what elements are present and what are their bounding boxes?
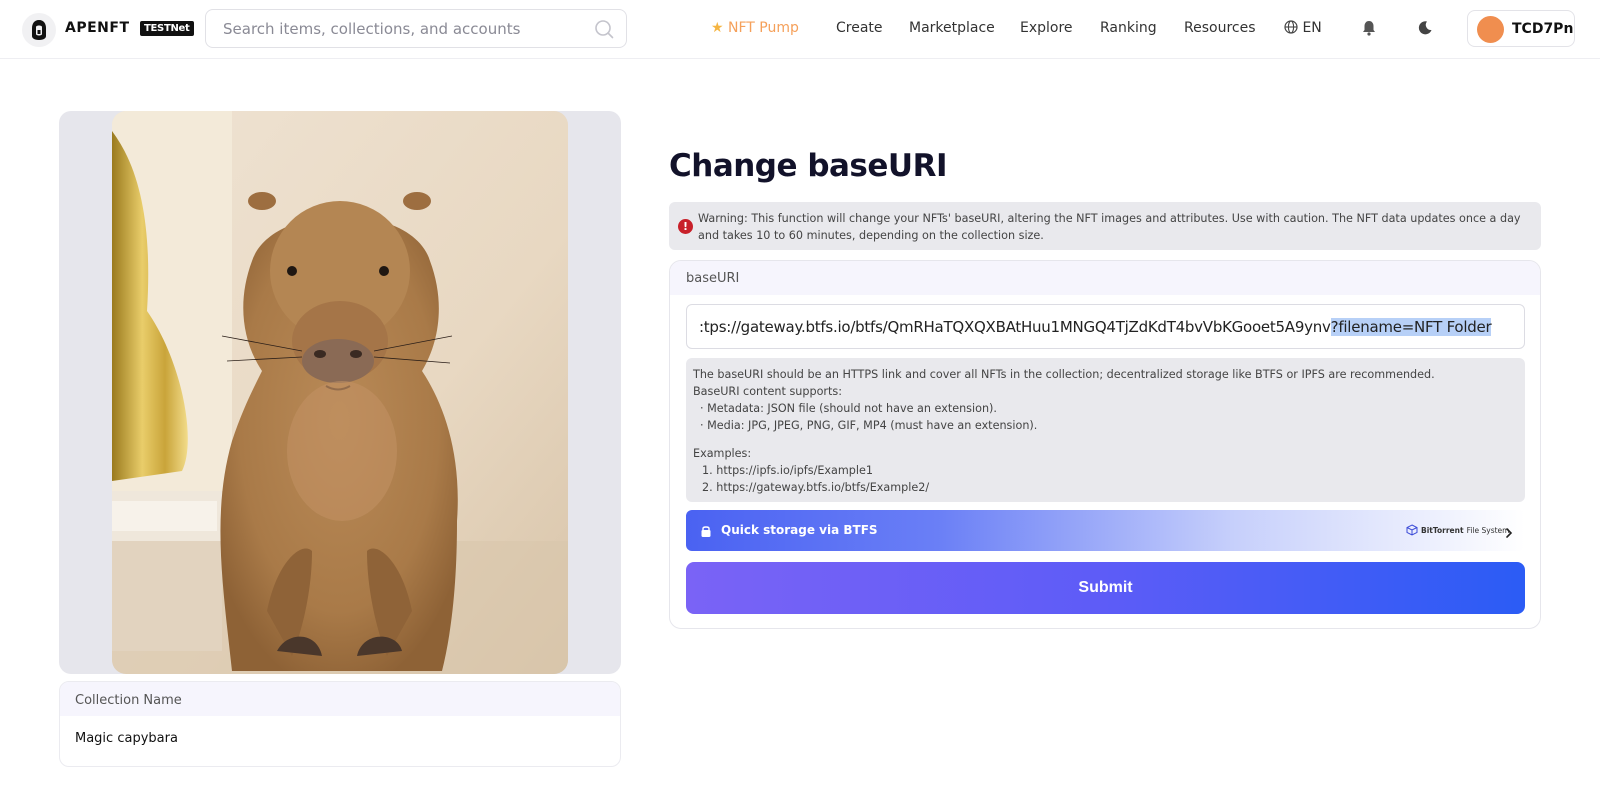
btfs-cube-icon — [1406, 524, 1418, 536]
collection-name-value: Magic capybara — [75, 731, 178, 746]
warning-icon: ! — [678, 219, 693, 234]
language-selector[interactable]: EN — [1284, 20, 1322, 38]
search-bar[interactable] — [205, 9, 627, 48]
baseuri-visible-text: :tps://gateway.btfs.io/btfs/QmRHaTQXQXBA… — [699, 318, 1331, 336]
example-item: 2. https://gateway.btfs.io/btfs/Example2… — [702, 481, 930, 494]
account-button[interactable]: TCD7Pn — [1467, 10, 1575, 47]
help-line: · Media: JPG, JPEG, PNG, GIF, MP4 (must … — [700, 419, 1038, 432]
help-line: BaseURI content supports: — [693, 385, 842, 398]
star-icon: ★ — [711, 20, 724, 36]
top-header: APENFT TESTNet ★ NFT Pump Create Marketp… — [0, 0, 1600, 59]
moon-icon[interactable] — [1415, 18, 1435, 38]
baseuri-label: baseURI — [670, 261, 1540, 295]
quick-storage-button[interactable]: Quick storage via BTFS BitTorrent File S… — [686, 510, 1525, 551]
warning-banner: ! Warning: This function will change you… — [669, 202, 1541, 250]
avatar — [1477, 16, 1504, 43]
quick-storage-label: Quick storage via BTFS — [721, 523, 878, 537]
warning-text: Warning: This function will change your … — [698, 212, 1521, 242]
page-title: Change baseURI — [669, 148, 947, 184]
nav-nft-pump-label: NFT Pump — [728, 20, 799, 36]
nav-ranking[interactable]: Ranking — [1100, 20, 1157, 36]
collection-name-label: Collection Name — [60, 682, 620, 716]
chevron-right-icon — [1503, 524, 1515, 538]
baseuri-selected-text: ?filename=NFT Folder — [1330, 318, 1492, 336]
capybara-photo — [112, 111, 568, 674]
baseuri-input-value: :tps://gateway.btfs.io/btfs/QmRHaTQXQXBA… — [699, 318, 1492, 336]
account-name: TCD7Pn — [1512, 21, 1574, 37]
btfs-logo: BitTorrent File System — [1406, 524, 1509, 536]
bell-icon[interactable] — [1359, 18, 1379, 38]
btfs-brand: BitTorrent — [1421, 525, 1464, 535]
baseuri-input[interactable]: :tps://gateway.btfs.io/btfs/QmRHaTQXQXBA… — [686, 304, 1525, 349]
baseuri-form: baseURI :tps://gateway.btfs.io/btfs/QmRH… — [669, 260, 1541, 629]
nav-resources[interactable]: Resources — [1184, 20, 1256, 36]
nav-marketplace[interactable]: Marketplace — [909, 20, 995, 36]
example-item: 1. https://ipfs.io/ipfs/Example1 — [702, 464, 873, 477]
nav-explore[interactable]: Explore — [1020, 20, 1073, 36]
storage-icon — [699, 523, 713, 537]
search-input[interactable] — [223, 18, 583, 40]
search-icon[interactable] — [594, 19, 614, 39]
baseuri-help: The baseURI should be an HTTPS link and … — [686, 358, 1525, 502]
nav-nft-pump[interactable]: ★ NFT Pump — [711, 20, 799, 36]
nft-preview-panel — [59, 111, 621, 674]
help-line: The baseURI should be an HTTPS link and … — [693, 368, 1435, 381]
apenft-logo-icon[interactable] — [22, 13, 56, 47]
nav-create[interactable]: Create — [836, 20, 883, 36]
testnet-badge: TESTNet — [140, 21, 194, 36]
collection-name-card: Collection Name Magic capybara — [59, 681, 621, 767]
help-line: · Metadata: JSON file (should not have a… — [700, 402, 997, 415]
language-label: EN — [1302, 20, 1322, 36]
globe-icon — [1284, 20, 1298, 38]
logo-text[interactable]: APENFT — [65, 20, 130, 36]
submit-button[interactable]: Submit — [686, 562, 1525, 614]
examples-label: Examples: — [693, 447, 752, 460]
